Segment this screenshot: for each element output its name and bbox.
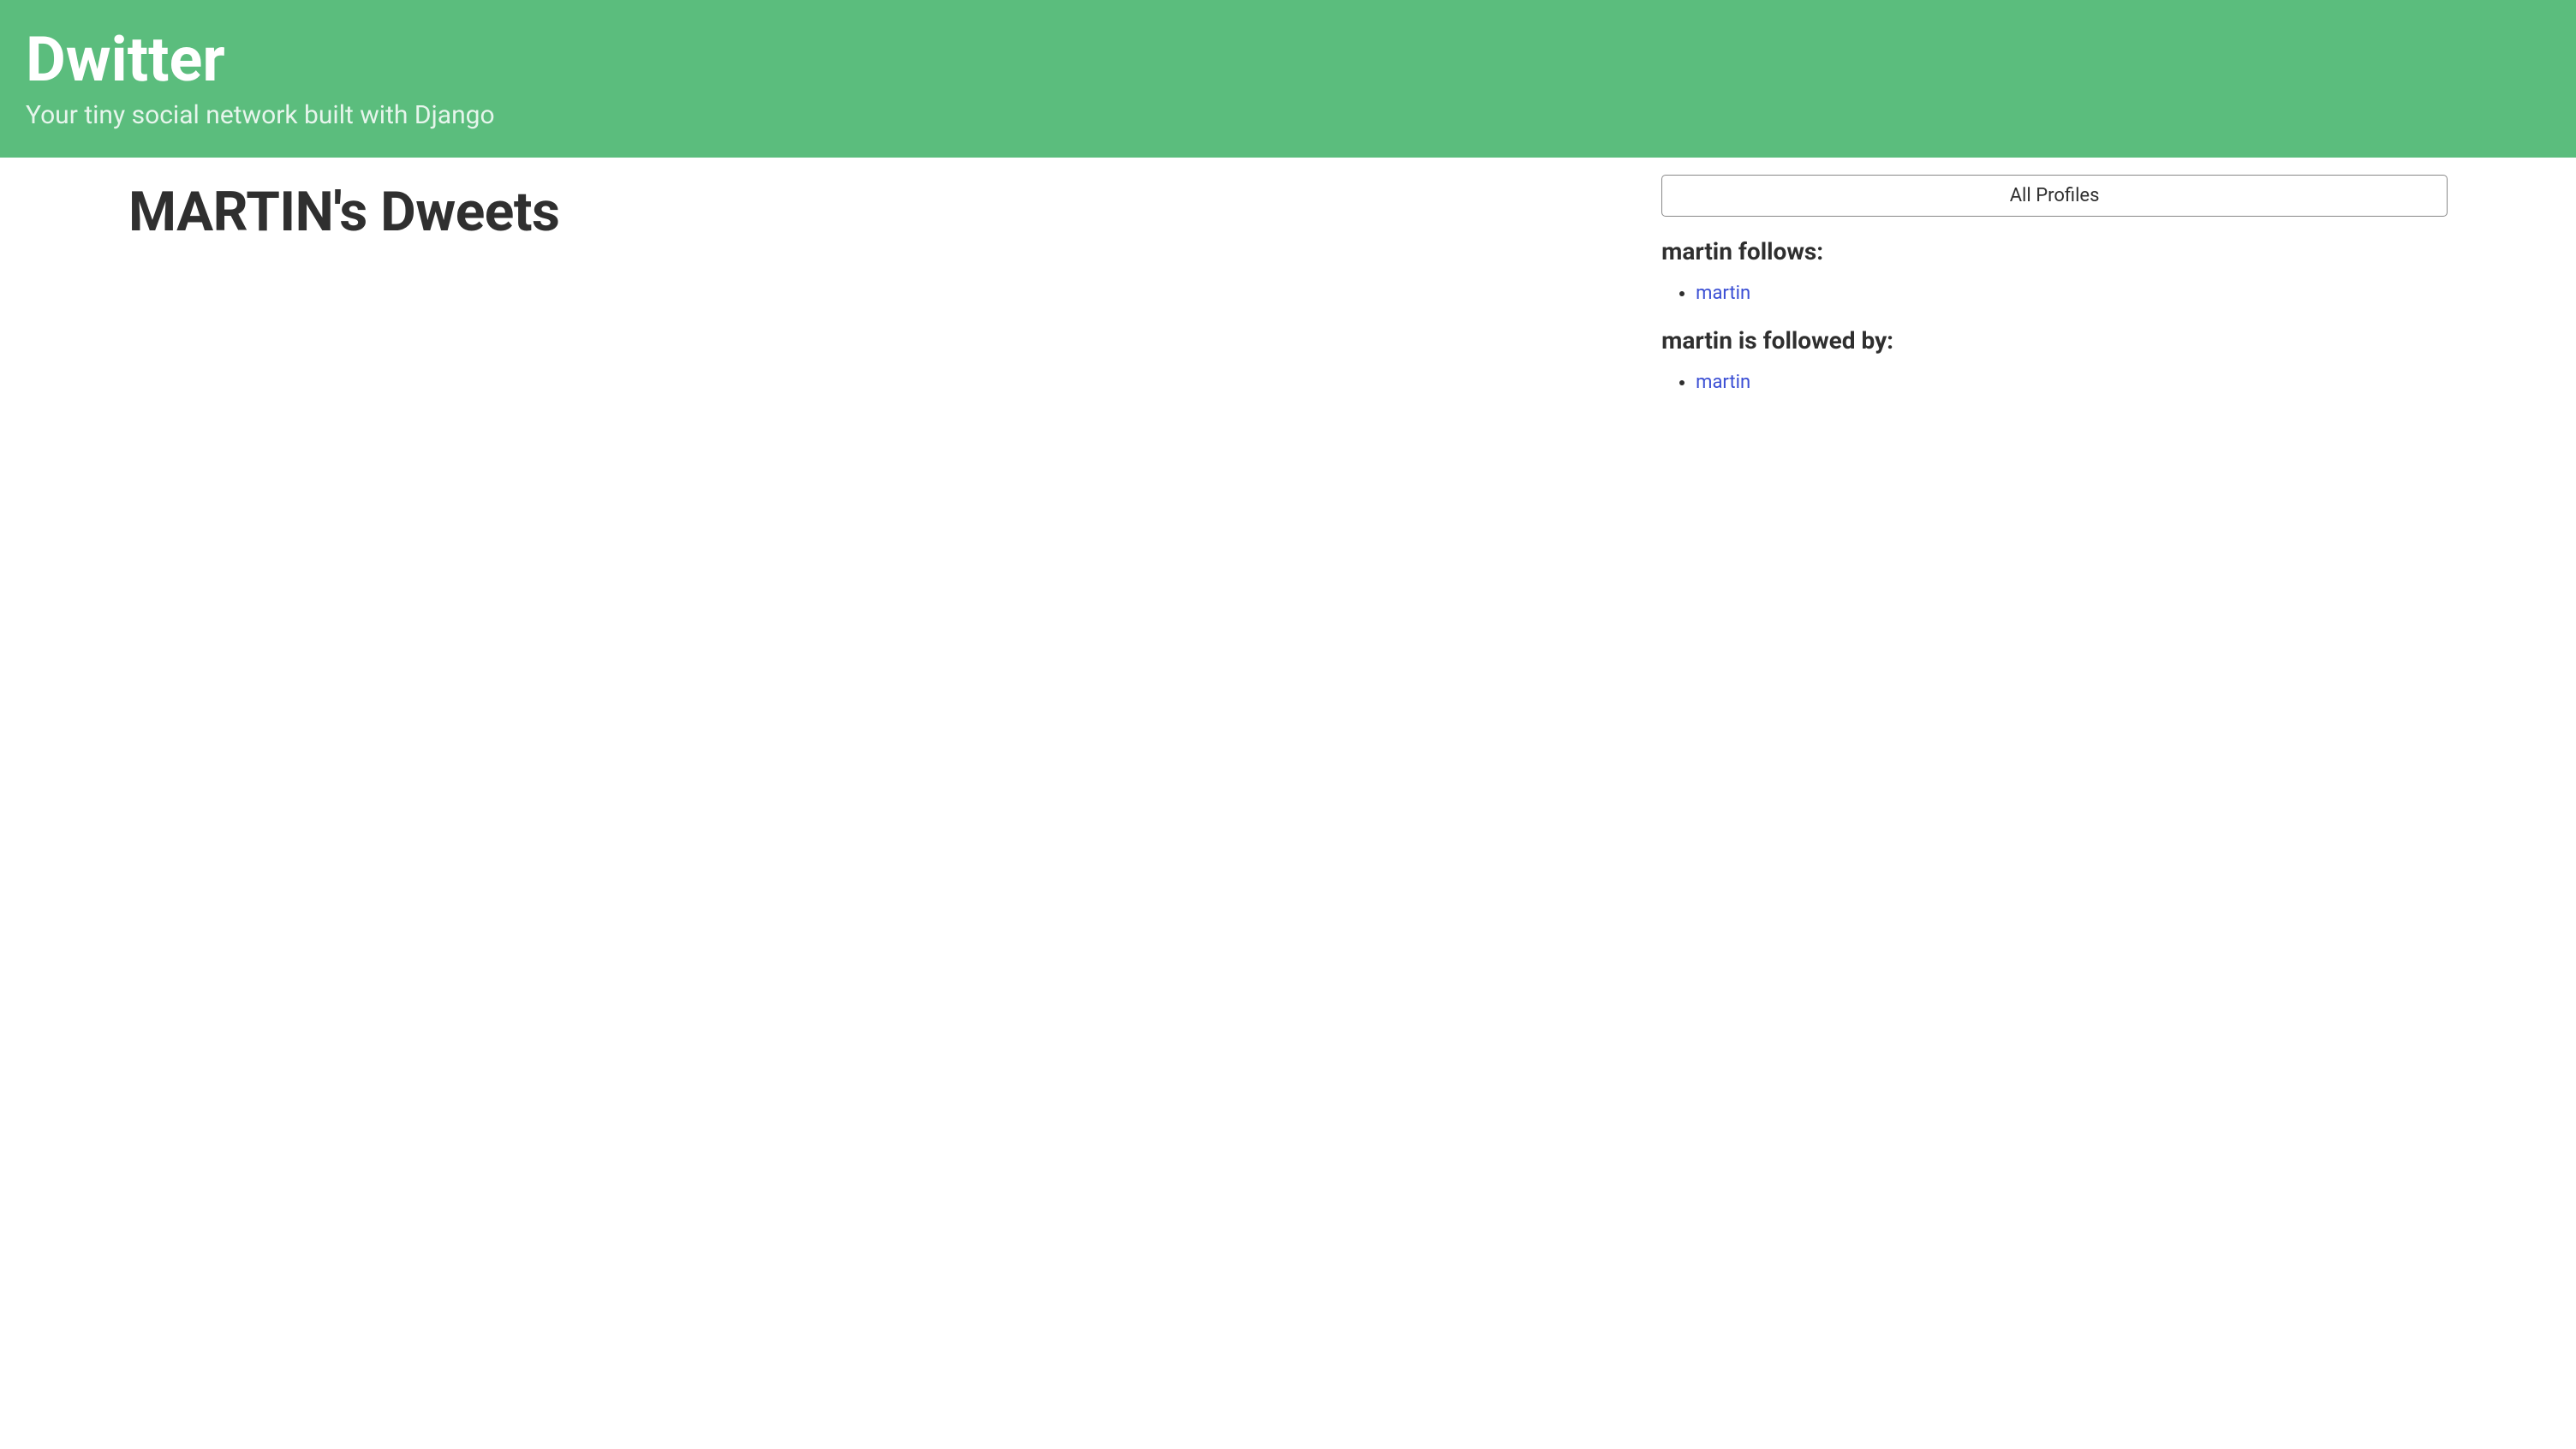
all-profiles-button[interactable]: All Profiles	[1661, 175, 2448, 217]
main-column: MARTIN's Dweets	[0, 175, 1661, 415]
follows-heading: martin follows:	[1661, 237, 2448, 265]
site-header: Dwitter Your tiny social network built w…	[0, 0, 2576, 158]
page-title: MARTIN's Dweets	[128, 180, 1661, 244]
list-item: martin	[1696, 370, 2448, 397]
site-title: Dwitter	[26, 26, 2550, 93]
content-columns: MARTIN's Dweets All Profiles martin foll…	[0, 158, 2576, 432]
profile-link[interactable]: martin	[1696, 283, 1750, 304]
follows-list: martin	[1661, 281, 2448, 307]
list-item: martin	[1696, 281, 2448, 307]
site-subtitle: Your tiny social network built with Djan…	[26, 100, 2550, 130]
followed-by-heading: martin is followed by:	[1661, 326, 2448, 355]
sidebar-column: All Profiles martin follows: martin mart…	[1661, 175, 2576, 415]
profile-link[interactable]: martin	[1696, 372, 1750, 393]
followed-by-list: martin	[1661, 370, 2448, 397]
